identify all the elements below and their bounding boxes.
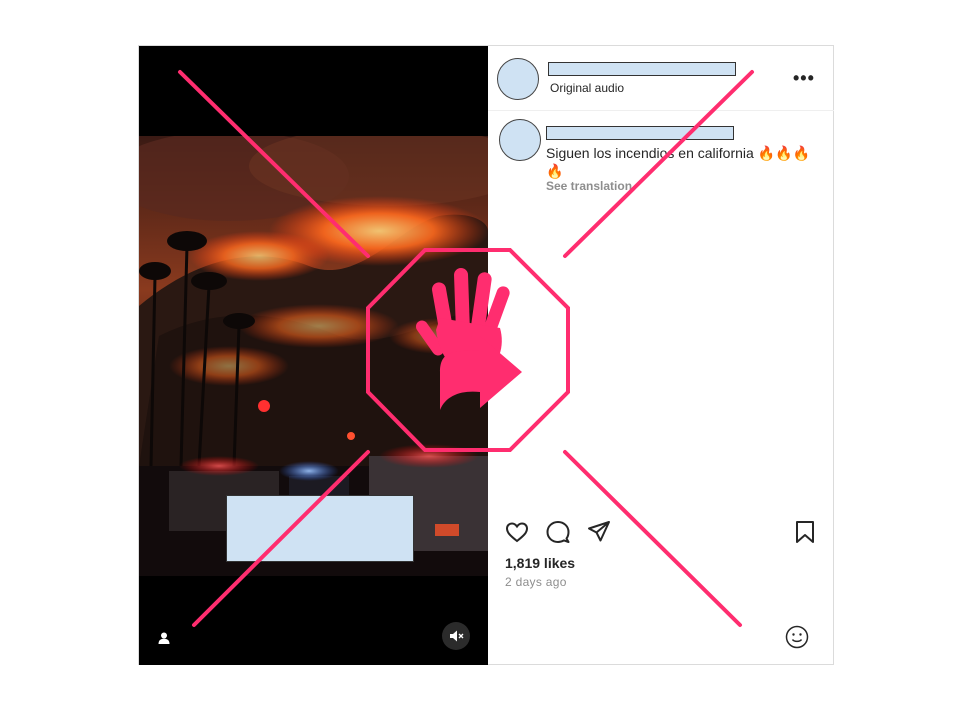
comment-icon[interactable] — [545, 519, 571, 545]
instagram-post: Original audio ••• Siguen los incendios … — [138, 45, 834, 665]
author-avatar[interactable] — [497, 58, 539, 100]
commenter-avatar[interactable] — [499, 119, 541, 161]
redacted-commenter-username[interactable] — [546, 126, 734, 140]
post-timestamp[interactable]: 2 days ago — [505, 575, 567, 589]
user-tag-icon[interactable] — [157, 631, 171, 645]
emoji-icon[interactable] — [785, 625, 809, 649]
audio-label[interactable]: Original audio — [550, 81, 624, 95]
bookmark-icon[interactable] — [792, 519, 818, 545]
redacted-username[interactable] — [548, 62, 736, 76]
action-bar — [504, 519, 818, 545]
more-options-button[interactable]: ••• — [793, 68, 815, 89]
send-icon[interactable] — [586, 519, 612, 545]
speaker-muted-icon — [450, 630, 464, 642]
likes-count[interactable]: 1,819 likes — [505, 555, 575, 571]
post-sidebar: Original audio ••• Siguen los incendios … — [488, 46, 834, 665]
mute-button[interactable] — [442, 622, 470, 650]
redacted-text-overlay — [226, 495, 414, 562]
post-video[interactable] — [139, 46, 488, 665]
caption-text: Siguen los incendios en california 🔥🔥🔥🔥 — [546, 145, 810, 179]
see-translation-link[interactable]: See translation — [546, 179, 632, 193]
header-divider — [488, 110, 834, 111]
heart-icon[interactable] — [504, 519, 530, 545]
